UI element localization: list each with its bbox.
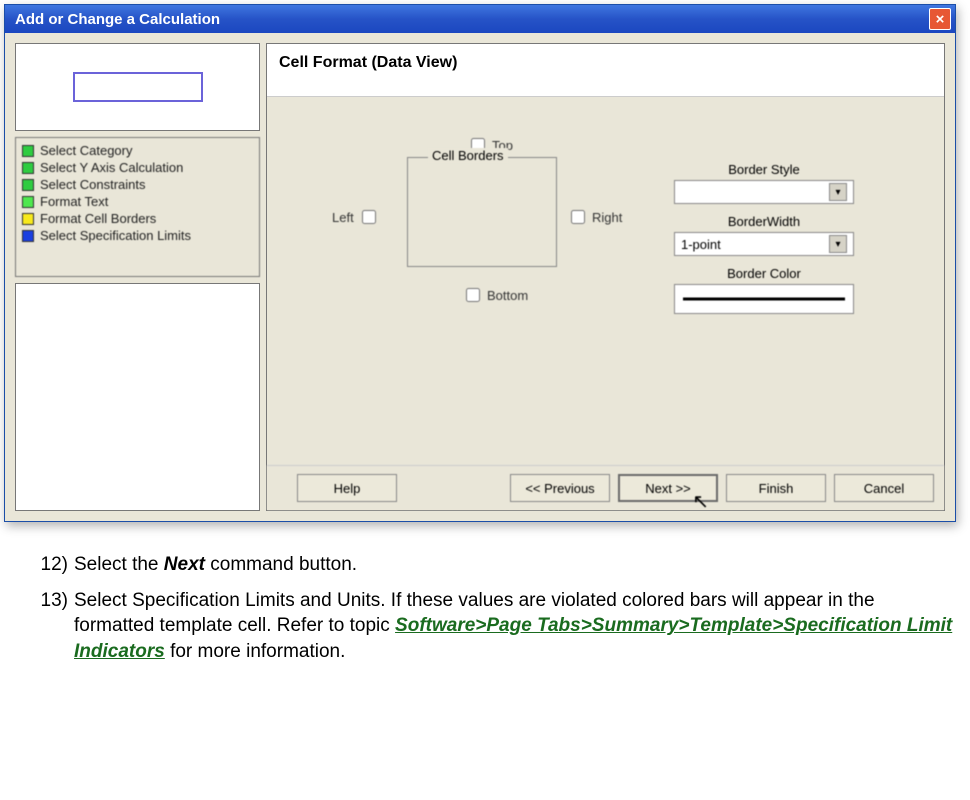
emphasis: Next bbox=[164, 554, 205, 575]
status-icon bbox=[22, 179, 34, 191]
wizard-sidebar: Select Category Select Y Axis Calculatio… bbox=[15, 43, 260, 511]
border-color-label: Border Color bbox=[674, 266, 854, 281]
preview-box bbox=[15, 43, 260, 131]
select-value: 1-point bbox=[681, 237, 721, 252]
checkbox-input[interactable] bbox=[466, 288, 480, 302]
step-label: Select Category bbox=[40, 143, 133, 158]
checkbox-label: Bottom bbox=[487, 288, 528, 303]
border-width-label: BorderWidth bbox=[674, 214, 854, 229]
chevron-down-icon: ▾ bbox=[829, 183, 847, 201]
checkbox-right[interactable]: Right bbox=[567, 207, 622, 227]
text: Select the bbox=[74, 554, 164, 575]
preview-cell bbox=[73, 72, 203, 102]
wizard-buttons: Help << Previous Next >> Finish Cancel ↖ bbox=[267, 465, 944, 510]
border-properties: Border Style ▾ BorderWidth 1-point ▾ bbox=[674, 162, 854, 324]
status-icon bbox=[22, 196, 34, 208]
instruction-number: 13) bbox=[40, 588, 74, 665]
previous-button[interactable]: << Previous bbox=[510, 474, 610, 502]
cell-borders-group: Cell Borders bbox=[407, 157, 557, 267]
instruction-body: Select the Next command button. bbox=[74, 552, 960, 578]
cell-format-body: Top Left Right Bottom Cell Borders bbox=[267, 97, 944, 465]
text: command button. bbox=[205, 554, 357, 575]
dialog-content: Select Category Select Y Axis Calculatio… bbox=[5, 33, 955, 521]
cancel-button[interactable]: Cancel bbox=[834, 474, 934, 502]
titlebar: Add or Change a Calculation × bbox=[5, 5, 955, 33]
wizard-steps: Select Category Select Y Axis Calculatio… bbox=[15, 137, 260, 277]
step-select-constraints[interactable]: Select Constraints bbox=[22, 176, 253, 193]
border-style-control: Border Style ▾ bbox=[674, 162, 854, 204]
help-button[interactable]: Help bbox=[297, 474, 397, 502]
border-color-control: Border Color bbox=[674, 266, 854, 314]
instruction-13: 13) Select Specification Limits and Unit… bbox=[40, 588, 960, 665]
status-icon bbox=[22, 213, 34, 225]
step-label: Format Cell Borders bbox=[40, 211, 156, 226]
text: for more information. bbox=[165, 641, 346, 662]
page-title: Cell Format (Data View) bbox=[267, 44, 944, 97]
checkbox-label: Right bbox=[592, 210, 622, 225]
step-select-spec-limits[interactable]: Select Specification Limits bbox=[22, 227, 253, 244]
window-title: Add or Change a Calculation bbox=[15, 11, 220, 28]
step-label: Select Y Axis Calculation bbox=[40, 160, 183, 175]
wizard-main: Cell Format (Data View) Top Left Right B… bbox=[266, 43, 945, 511]
finish-button[interactable]: Finish bbox=[726, 474, 826, 502]
close-icon[interactable]: × bbox=[929, 8, 951, 30]
checkbox-input[interactable] bbox=[571, 210, 585, 224]
sidebar-spacer bbox=[15, 283, 260, 511]
fieldset-legend: Cell Borders bbox=[428, 148, 508, 163]
instruction-12: 12) Select the Next command button. bbox=[40, 552, 960, 578]
step-format-text[interactable]: Format Text bbox=[22, 193, 253, 210]
checkbox-bottom[interactable]: Bottom bbox=[462, 285, 528, 305]
instruction-number: 12) bbox=[40, 552, 74, 578]
dialog-window: Add or Change a Calculation × Select Cat… bbox=[4, 4, 956, 522]
cell-borders-fieldset: Cell Borders bbox=[407, 157, 557, 267]
step-format-cell-borders[interactable]: Format Cell Borders bbox=[22, 210, 253, 227]
status-icon bbox=[22, 162, 34, 174]
border-style-select[interactable]: ▾ bbox=[674, 180, 854, 204]
border-color-select[interactable] bbox=[674, 284, 854, 314]
checkbox-label: Left bbox=[332, 210, 354, 225]
next-button[interactable]: Next >> bbox=[618, 474, 718, 502]
checkbox-input[interactable] bbox=[362, 210, 376, 224]
step-label: Select Constraints bbox=[40, 177, 146, 192]
border-width-select[interactable]: 1-point ▾ bbox=[674, 232, 854, 256]
border-width-control: BorderWidth 1-point ▾ bbox=[674, 214, 854, 256]
step-label: Format Text bbox=[40, 194, 108, 209]
checkbox-left[interactable]: Left bbox=[332, 207, 379, 227]
status-icon bbox=[22, 230, 34, 242]
step-label: Select Specification Limits bbox=[40, 228, 191, 243]
status-icon bbox=[22, 145, 34, 157]
border-style-label: Border Style bbox=[674, 162, 854, 177]
step-select-category[interactable]: Select Category bbox=[22, 142, 253, 159]
instruction-body: Select Specification Limits and Units. I… bbox=[74, 588, 960, 665]
chevron-down-icon: ▾ bbox=[829, 235, 847, 253]
step-select-y-axis[interactable]: Select Y Axis Calculation bbox=[22, 159, 253, 176]
instruction-text: 12) Select the Next command button. 13) … bbox=[0, 526, 970, 685]
